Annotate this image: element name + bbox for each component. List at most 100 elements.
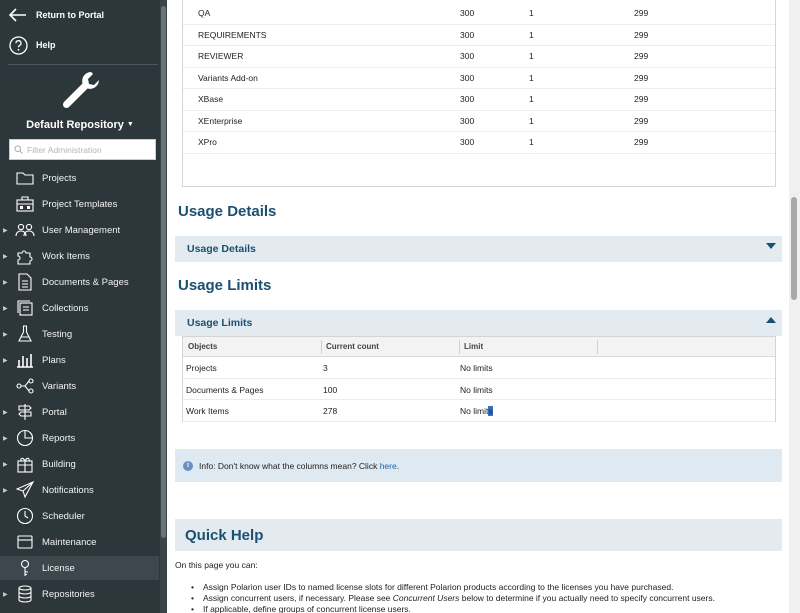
sidebar-item-building[interactable]: ▶ Building <box>0 452 159 476</box>
sidebar-item-collections[interactable]: ▶ Collections <box>0 296 159 320</box>
sidebar-item-label: Work Items <box>42 250 90 262</box>
repository-selector[interactable]: Default Repository ▼ <box>0 119 160 131</box>
plans-icon <box>15 350 35 370</box>
table-cell: No limits <box>460 406 493 416</box>
usage-details-panel-header[interactable]: Usage Details <box>175 236 782 262</box>
sidebar-item-testing[interactable]: ▶ Testing <box>0 322 159 346</box>
expand-arrow-icon[interactable]: ▶ <box>3 244 9 268</box>
gift-icon <box>15 454 35 474</box>
table-cell: 299 <box>634 51 649 62</box>
maintenance-icon <box>15 532 35 552</box>
table-row: XBase 300 1 299 <box>183 89 775 111</box>
info-here-link[interactable]: here <box>380 461 397 471</box>
table-row: Variants Add-on 300 1 299 <box>183 68 775 89</box>
expand-arrow-icon[interactable]: ▶ <box>3 400 9 424</box>
signpost-icon <box>15 402 35 422</box>
usage-limits-panel-title: Usage Limits <box>187 317 253 329</box>
table-cell: XEnterprise <box>198 115 243 126</box>
main-scrollbar-thumb[interactable] <box>791 197 797 300</box>
collapse-toggle-icon[interactable] <box>766 317 776 323</box>
table-cell: 300 <box>460 8 475 19</box>
usage-limits-heading: Usage Limits <box>178 277 272 294</box>
sidebar-item-reports[interactable]: ▶ Reports <box>0 426 159 450</box>
table-row: REVIEWER 300 1 299 <box>183 46 775 68</box>
sidebar-item-variants[interactable]: Variants <box>0 374 159 398</box>
sidebar-item-repositories[interactable]: ▶ Repositories <box>0 582 159 606</box>
key-icon <box>15 558 35 578</box>
table-cell: XPro <box>198 137 217 148</box>
expand-arrow-icon[interactable]: ▶ <box>3 296 9 320</box>
sidebar-item-label: Plans <box>42 354 66 366</box>
sidebar-item-project-templates[interactable]: Project Templates <box>0 192 159 216</box>
search-icon <box>14 145 23 154</box>
table-cell: No limits <box>460 363 493 373</box>
expand-arrow-icon[interactable]: ▶ <box>3 582 9 606</box>
sidebar-item-label: Collections <box>42 302 89 314</box>
table-row: QA 300 1 299 <box>183 3 775 25</box>
filter-input[interactable] <box>27 144 147 155</box>
sidebar-item-user-management[interactable]: ▶ User Management <box>0 218 159 242</box>
return-to-portal-link[interactable]: Return to Portal <box>0 0 160 30</box>
usage-limits-panel-header[interactable]: Usage Limits <box>175 310 782 336</box>
table-cell: 300 <box>460 29 475 40</box>
sidebar-item-plans[interactable]: ▶ Plans <box>0 348 159 372</box>
info-box: i Info: Don't know what the columns mean… <box>175 449 782 482</box>
expand-arrow-icon[interactable]: ▶ <box>3 452 9 476</box>
table-cell: Documents & Pages <box>186 384 264 395</box>
sidebar-item-license[interactable]: License <box>0 556 159 580</box>
column-header-objects[interactable]: Objects <box>188 342 217 351</box>
return-to-portal-label: Return to Portal <box>36 10 105 20</box>
sidebar-item-scheduler[interactable]: Scheduler <box>0 504 159 528</box>
help-label: Help <box>36 40 56 50</box>
expand-arrow-icon[interactable]: ▶ <box>3 218 9 242</box>
list-item-text: Assign concurrent users, if necessary. P… <box>203 593 393 603</box>
expand-arrow-icon[interactable]: ▶ <box>3 270 9 294</box>
sidebar-item-label: Building <box>42 458 76 470</box>
table-cell: 1 <box>529 115 534 126</box>
table-cell: 1 <box>529 29 534 40</box>
sidebar-item-work-items[interactable]: ▶ Work Items <box>0 244 159 268</box>
sidebar-item-label: Documents & Pages <box>42 276 129 288</box>
table-cell: 299 <box>634 29 649 40</box>
table-cell: REQUIREMENTS <box>198 29 267 40</box>
expand-toggle-icon[interactable] <box>766 243 776 249</box>
folder-icon <box>15 168 35 188</box>
column-divider[interactable] <box>459 340 460 354</box>
column-header-current-count[interactable]: Current count <box>326 342 379 351</box>
column-divider[interactable] <box>597 340 598 354</box>
expand-arrow-icon[interactable]: ▶ <box>3 426 9 450</box>
sidebar-item-maintenance[interactable]: Maintenance <box>0 530 159 554</box>
wrench-icon <box>62 72 99 109</box>
paper-plane-icon <box>15 480 35 500</box>
expand-arrow-icon[interactable]: ▶ <box>3 348 9 372</box>
expand-arrow-icon[interactable]: ▶ <box>3 322 9 346</box>
usage-details-panel-title: Usage Details <box>187 243 256 255</box>
table-cell: No limits <box>460 384 493 395</box>
document-icon <box>15 272 35 292</box>
main-scrollbar[interactable] <box>789 0 800 613</box>
sidebar-item-documents-pages[interactable]: ▶ Documents & Pages <box>0 270 159 294</box>
column-header-limit[interactable]: Limit <box>464 342 483 351</box>
sidebar-scrollbar-thumb[interactable] <box>161 6 166 538</box>
sidebar-item-notifications[interactable]: ▶ Notifications <box>0 478 159 502</box>
usage-details-heading: Usage Details <box>178 203 277 220</box>
column-divider[interactable] <box>321 340 322 354</box>
table-row: XEnterprise 300 1 299 <box>183 111 775 132</box>
table-cell: 299 <box>634 137 649 148</box>
admin-sidebar: Return to Portal Help Default Repository… <box>0 0 167 613</box>
help-link[interactable]: Help <box>0 30 160 60</box>
variants-icon <box>15 376 35 396</box>
table-cell: Variants Add-on <box>198 72 258 83</box>
help-icon <box>0 35 36 55</box>
sidebar-item-portal[interactable]: ▶ Portal <box>0 400 159 424</box>
sidebar-scrollbar[interactable] <box>160 0 167 613</box>
list-item-text: below to determine if you actually need … <box>459 593 715 603</box>
info-text: Info: Don't know what the columns mean? … <box>199 461 399 471</box>
sidebar-item-label: User Management <box>42 224 121 236</box>
sidebar-item-label: Notifications <box>42 484 94 496</box>
cell-text: No limit <box>460 406 489 416</box>
filter-administration[interactable] <box>9 139 156 160</box>
sidebar-item-projects[interactable]: Projects <box>0 166 159 190</box>
expand-arrow-icon[interactable]: ▶ <box>3 478 9 502</box>
table-cell: 278 <box>323 406 338 416</box>
